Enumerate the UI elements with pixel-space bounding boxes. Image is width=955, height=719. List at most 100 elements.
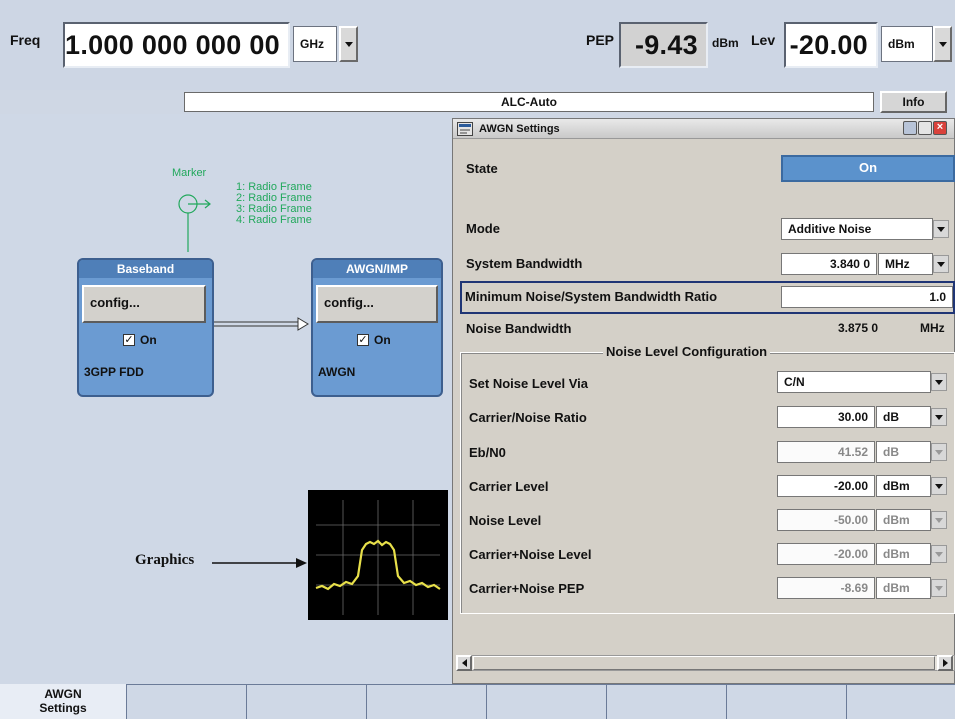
level-unit-dropdown-button[interactable] [933, 26, 952, 62]
chevron-down-icon [935, 551, 943, 557]
baseband-title: Baseband [79, 260, 212, 278]
carrier-noise-level-field: -20.00 [777, 543, 875, 565]
scrollbar-thumb[interactable] [473, 656, 935, 670]
frequency-field[interactable]: 1.000 000 000 00 [63, 22, 290, 68]
signal-arrow-icon [214, 317, 309, 331]
info-button[interactable]: Info [880, 91, 947, 113]
baseband-config-button[interactable]: config... [82, 285, 206, 323]
softkey-tab-3[interactable] [247, 684, 367, 719]
set-noise-via-dropdown[interactable] [931, 373, 947, 391]
chevron-down-icon [935, 483, 943, 489]
system-bandwidth-unit[interactable]: MHz [878, 253, 933, 275]
freq-unit-select[interactable]: GHz [293, 26, 337, 62]
mode-select[interactable]: Additive Noise [781, 218, 933, 240]
chevron-down-icon [938, 41, 947, 47]
system-bandwidth-label: System Bandwidth [466, 256, 583, 271]
marker-item-4: 4: Radio Frame [236, 214, 312, 226]
noise-bandwidth-value: 3.875 0 [838, 321, 879, 335]
cn-ratio-unit-dropdown[interactable] [931, 408, 947, 426]
dialog-title-bar[interactable]: AWGN Settings [453, 119, 954, 139]
checkmark-icon: ✓ [357, 334, 369, 346]
chevron-down-icon [344, 41, 353, 47]
carrier-noise-pep-unit-dropdown [931, 579, 947, 597]
noise-bandwidth-label: Noise Bandwidth [466, 321, 572, 336]
carrier-level-field[interactable]: -20.00 [777, 475, 875, 497]
softkey-tab-2[interactable] [127, 684, 247, 719]
eb-n0-field: 41.52 [777, 441, 875, 463]
softkey-tab-4[interactable] [367, 684, 487, 719]
awgn-footer: AWGN [318, 365, 356, 379]
noise-bandwidth-unit: MHz [920, 321, 945, 335]
state-label: State [466, 161, 498, 176]
eb-n0-label: Eb/N0 [469, 445, 506, 460]
system-bandwidth-field[interactable]: 3.840 0 [781, 253, 877, 275]
carrier-level-label: Carrier Level [469, 479, 549, 494]
cn-ratio-field[interactable]: 30.00 [777, 406, 875, 428]
graphics-pointer-arrow-icon [212, 558, 307, 568]
marker-connector-icon [178, 194, 211, 252]
scroll-left-button[interactable] [456, 655, 472, 671]
pep-value: -9.43 [619, 22, 708, 68]
marker-label: Marker [172, 167, 207, 179]
noise-level-unit: dBm [876, 509, 931, 531]
freq-label: Freq [10, 32, 41, 48]
carrier-noise-pep-field: -8.69 [777, 577, 875, 599]
softkey-tab-5[interactable] [487, 684, 607, 719]
eb-n0-unit-dropdown [931, 443, 947, 461]
tab-awgn-settings-line2: Settings [39, 701, 87, 715]
cn-ratio-label: Carrier/Noise Ratio [469, 410, 587, 425]
baseband-footer: 3GPP FDD [84, 365, 144, 379]
noise-level-config-title: Noise Level Configuration [603, 344, 771, 359]
awgn-imp-title: AWGN/IMP [313, 260, 441, 278]
carrier-level-unit-dropdown[interactable] [931, 477, 947, 495]
mode-label: Mode [466, 221, 500, 236]
level-unit-select[interactable]: dBm [881, 26, 933, 62]
noise-level-unit-dropdown [931, 511, 947, 529]
set-noise-via-select[interactable]: C/N [777, 371, 931, 393]
pep-label: PEP [586, 32, 615, 48]
min-ratio-field[interactable]: 1.0 [781, 286, 953, 308]
baseband-on-checkbox[interactable]: ✓ On [123, 333, 157, 347]
softkey-tab-8[interactable] [847, 684, 955, 719]
awgn-config-button[interactable]: config... [316, 285, 438, 323]
carrier-noise-pep-label: Carrier+Noise PEP [469, 581, 585, 596]
scroll-right-button[interactable] [937, 655, 953, 671]
chevron-down-icon [935, 449, 943, 455]
carrier-noise-level-unit-dropdown [931, 545, 947, 563]
arrow-right-icon [942, 659, 948, 667]
awgn-on-checkbox[interactable]: ✓ On [357, 333, 391, 347]
chevron-down-icon [935, 517, 943, 523]
set-noise-via-label: Set Noise Level Via [469, 376, 588, 391]
noise-level-label: Noise Level [469, 513, 542, 528]
cn-ratio-unit[interactable]: dB [876, 406, 931, 428]
lev-label: Lev [751, 32, 776, 48]
graphics-label: Graphics [135, 552, 195, 568]
status-bar: ALC-Auto [184, 92, 874, 112]
checkmark-icon: ✓ [123, 334, 135, 346]
maximize-icon[interactable] [918, 121, 932, 135]
softkey-tab-7[interactable] [727, 684, 847, 719]
tab-awgn-settings[interactable]: AWGN Settings [0, 684, 127, 719]
eb-n0-unit: dB [876, 441, 931, 463]
tab-awgn-settings-line1: AWGN [44, 687, 82, 701]
minimize-icon[interactable] [903, 121, 917, 135]
carrier-noise-pep-unit: dBm [876, 577, 931, 599]
state-toggle-button[interactable]: On [781, 155, 955, 182]
level-field[interactable]: -20.00 [784, 22, 878, 68]
spectrum-graphic[interactable] [308, 490, 448, 620]
chevron-down-icon [935, 379, 943, 385]
dialog-title: AWGN Settings [479, 123, 560, 135]
carrier-noise-level-label: Carrier+Noise Level [469, 547, 592, 562]
min-ratio-label: Minimum Noise/System Bandwidth Ratio [465, 289, 718, 304]
carrier-level-unit[interactable]: dBm [876, 475, 931, 497]
noise-level-field: -50.00 [777, 509, 875, 531]
baseband-on-label: On [140, 333, 157, 347]
softkey-tab-6[interactable] [607, 684, 727, 719]
mode-dropdown-button[interactable] [933, 220, 949, 238]
close-icon[interactable]: × [933, 121, 947, 135]
softkey-tab-bar: AWGN Settings [0, 684, 955, 719]
freq-unit-dropdown-button[interactable] [339, 26, 358, 62]
chevron-down-icon [937, 261, 945, 267]
chevron-down-icon [937, 226, 945, 232]
system-bandwidth-unit-dropdown[interactable] [933, 255, 949, 273]
